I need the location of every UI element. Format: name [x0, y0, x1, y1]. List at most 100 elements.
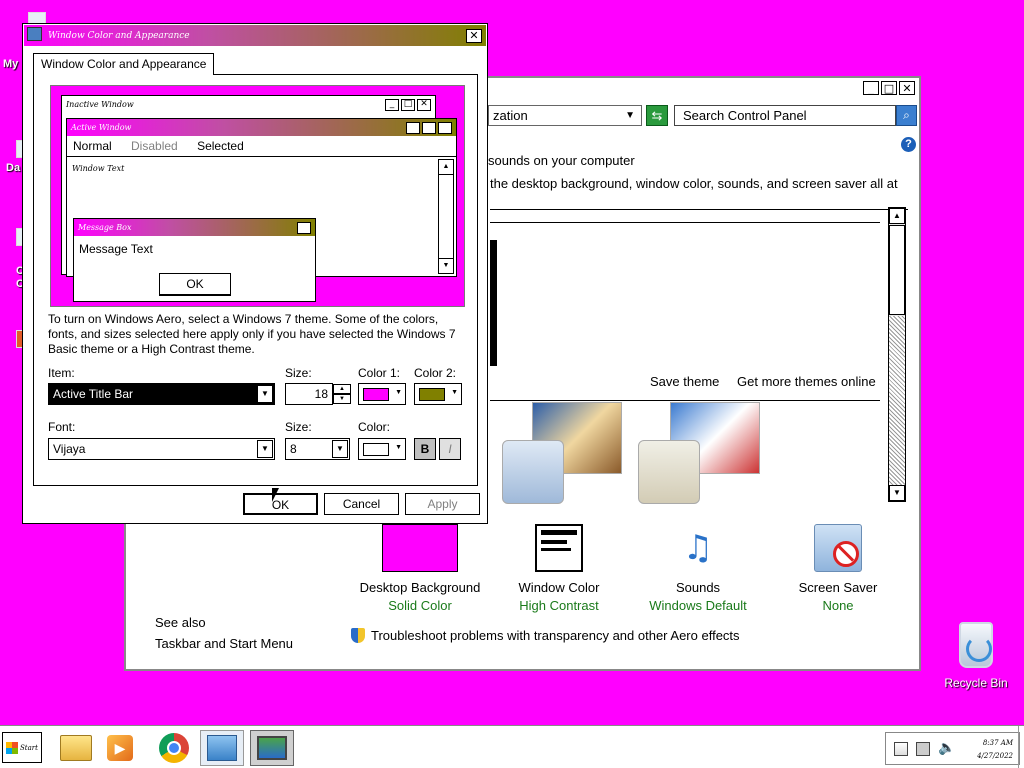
- desktop-background-value: Solid Color: [388, 598, 452, 613]
- start-button[interactable]: Start: [2, 732, 42, 763]
- item-size-label: Size:: [285, 366, 312, 380]
- color2-picker[interactable]: ▼: [414, 383, 462, 405]
- item-select[interactable]: Active Title Bar ▼: [48, 383, 275, 405]
- get-more-themes-link[interactable]: Get more themes online: [737, 374, 876, 389]
- troubleshoot-link[interactable]: Troubleshoot problems with transparency …: [371, 628, 740, 643]
- clock-date: 4/27/2022: [977, 752, 1013, 760]
- clock[interactable]: 8:37 AM 4/27/2022: [977, 737, 1013, 763]
- preview-inactive-title: Inactive Window: [66, 100, 134, 109]
- address-dropdown-icon[interactable]: ▼: [625, 110, 635, 121]
- theme-thumbnail-dark[interactable]: [490, 240, 497, 366]
- taskbar-start-menu-link[interactable]: Taskbar and Start Menu: [155, 636, 293, 651]
- help-icon[interactable]: ?: [901, 137, 916, 152]
- scroll-track[interactable]: [889, 316, 905, 486]
- dialog-apply-button[interactable]: Apply: [405, 493, 480, 515]
- preview-active-title: Active Window: [71, 123, 132, 132]
- font-dropdown-icon[interactable]: ▼: [257, 440, 273, 458]
- recycle-bin-label: Recycle Bin: [944, 676, 1008, 690]
- network-icon[interactable]: [916, 742, 930, 756]
- display-settings-icon[interactable]: [250, 730, 294, 766]
- screen-saver-value: None: [822, 598, 854, 613]
- font-size-select[interactable]: 8 ▼: [285, 438, 350, 460]
- font-select[interactable]: Vijaya ▼: [48, 438, 275, 460]
- screen-saver-label: Screen Saver: [798, 580, 878, 595]
- window-color-icon: [535, 524, 583, 572]
- media-player-icon[interactable]: ▶: [98, 730, 142, 766]
- preview-minimize-icon: _: [385, 98, 399, 111]
- font-color-label: Color:: [358, 420, 391, 434]
- close-button[interactable]: ✕: [899, 81, 915, 95]
- control-panel-icon[interactable]: [200, 730, 244, 766]
- item-dropdown-icon[interactable]: ▼: [257, 385, 273, 403]
- tab-window-color[interactable]: Window Color and Appearance: [33, 53, 215, 75]
- dialog-close-button[interactable]: ✕: [466, 28, 482, 43]
- aero-description: To turn on Windows Aero, select a Window…: [48, 312, 456, 356]
- scroll-up-button[interactable]: ▲: [889, 208, 905, 224]
- file-explorer-icon[interactable]: [54, 730, 98, 766]
- preview-close-icon: ✕: [417, 98, 431, 111]
- sounds-link[interactable]: ♫ Sounds Windows Default: [623, 524, 773, 613]
- font-color-picker[interactable]: ▼: [358, 438, 406, 460]
- start-label: Start: [20, 743, 38, 752]
- maximize-button[interactable]: □: [881, 81, 897, 95]
- address-bar[interactable]: zation ▼: [488, 105, 642, 126]
- theme-thumbnail-aero[interactable]: [502, 440, 564, 504]
- refresh-button[interactable]: ⇆: [646, 105, 668, 126]
- appearance-preview[interactable]: Inactive Window _ □ ✕ Active Window _ □ …: [50, 85, 465, 307]
- recycle-bin[interactable]: Recycle Bin: [938, 622, 1014, 690]
- item-select-value: Active Title Bar: [53, 387, 134, 401]
- shield-icon: [351, 628, 365, 643]
- desktop-background-label: Desktop Background: [359, 580, 481, 595]
- save-theme-link[interactable]: Save theme: [650, 374, 719, 389]
- minimize-button[interactable]: _: [863, 81, 879, 95]
- preview-menubar: Normal Disabled Selected: [67, 136, 456, 157]
- volume-icon[interactable]: 🔈: [938, 740, 955, 756]
- item-label: Item:: [48, 366, 75, 380]
- window-color-link[interactable]: Window Color High Contrast: [484, 524, 634, 613]
- italic-button[interactable]: I: [439, 438, 461, 460]
- chrome-icon[interactable]: [152, 730, 196, 766]
- preview-menu-disabled[interactable]: Disabled: [131, 139, 178, 153]
- preview-active-maximize-icon: □: [422, 121, 436, 134]
- theme-thumbnail-nature[interactable]: [638, 440, 700, 504]
- color1-label: Color 1:: [358, 366, 401, 380]
- scroll-thumb[interactable]: [889, 225, 905, 315]
- clock-time: 8:37 AM: [982, 739, 1013, 747]
- solid-color-swatch: [382, 524, 458, 572]
- bold-button[interactable]: B: [414, 438, 436, 460]
- screen-saver-link[interactable]: Screen Saver None: [763, 524, 913, 613]
- scroll-down-button[interactable]: ▼: [889, 485, 905, 501]
- dialog-title: Window Color and Appearance: [48, 30, 190, 41]
- dialog-ok-button[interactable]: OK: [243, 493, 318, 515]
- item-size-value: 18: [314, 387, 328, 401]
- show-desktop-button[interactable]: [1018, 726, 1024, 768]
- sounds-value: Windows Default: [649, 598, 747, 613]
- search-icon[interactable]: ⌕: [896, 105, 917, 126]
- font-color-swatch: [363, 443, 389, 456]
- item-size-down-icon[interactable]: ▼: [333, 394, 351, 404]
- themes-scrollbar[interactable]: ▲ ▼: [888, 207, 906, 502]
- search-input[interactable]: Search Control Panel: [674, 105, 896, 126]
- preview-window-text[interactable]: Window Text: [72, 164, 124, 173]
- recycle-bin-icon: [959, 622, 993, 668]
- preview-menu-normal[interactable]: Normal: [73, 139, 112, 153]
- desktop-label-da: Da: [6, 162, 21, 174]
- preview-ok-button[interactable]: OK: [159, 273, 231, 296]
- color2-swatch: [419, 388, 445, 401]
- screen-saver-none-icon: [814, 524, 862, 572]
- page-description: the desktop background, window color, so…: [490, 176, 898, 191]
- item-size-up-icon[interactable]: ▲: [333, 384, 351, 394]
- font-size-dropdown-icon[interactable]: ▼: [332, 440, 348, 458]
- system-tray: 🔈 8:37 AM 4/27/2022: [885, 732, 1020, 765]
- action-center-flag-icon[interactable]: [894, 742, 908, 756]
- dialog-titlebar[interactable]: Window Color and Appearance ✕: [24, 25, 486, 46]
- dialog-cancel-button[interactable]: Cancel: [324, 493, 399, 515]
- desktop-background-link[interactable]: Desktop Background Solid Color: [345, 524, 495, 613]
- color2-label: Color 2:: [414, 366, 457, 380]
- preview-message-box[interactable]: Message Box ✕ Message Text OK: [73, 218, 316, 302]
- mouse-cursor-icon: [272, 488, 279, 502]
- preview-msgbox-title: Message Box: [78, 223, 132, 232]
- color1-picker[interactable]: ▼: [358, 383, 406, 405]
- item-size-stepper[interactable]: 18 ▲ ▼: [285, 383, 351, 405]
- preview-menu-selected[interactable]: Selected: [197, 139, 244, 153]
